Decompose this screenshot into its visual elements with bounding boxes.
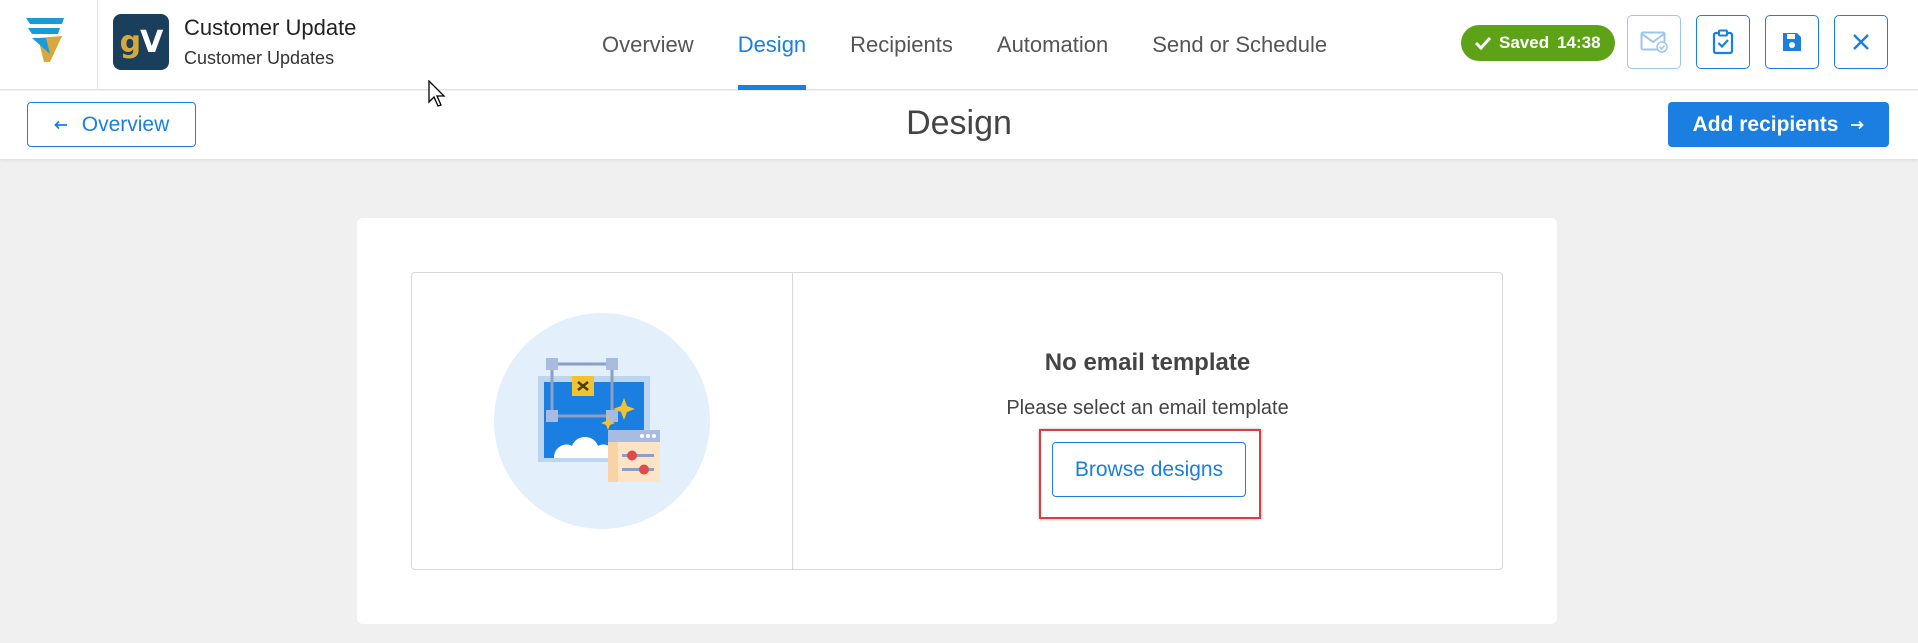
tab-automation[interactable]: Automation [975, 0, 1130, 90]
brand-logo-icon[interactable] [24, 14, 68, 64]
add-recipients-label: Add recipients [1692, 112, 1839, 136]
page-title: Design [0, 104, 1918, 143]
design-card: No email template Please select an email… [357, 218, 1557, 624]
empty-state-message: Please select an email template [1006, 397, 1289, 419]
app-avatar: gV [113, 14, 169, 70]
top-navigation-bar: gV Customer Update Customer Updates Over… [0, 0, 1918, 90]
page-title-text: Design [906, 104, 1012, 142]
back-button-label: Overview [81, 112, 170, 136]
clipboard-check-icon [1712, 29, 1734, 55]
back-to-overview-button[interactable]: Overview [27, 102, 196, 147]
arrow-left-icon [53, 120, 67, 129]
close-icon [1853, 34, 1869, 50]
add-recipients-button[interactable]: Add recipients [1668, 102, 1889, 147]
empty-state-pane: No email template Please select an email… [793, 273, 1502, 569]
tab-recipients[interactable]: Recipients [828, 0, 975, 90]
campaign-subtitle: Customer Updates [184, 48, 335, 68]
tab-overview[interactable]: Overview [580, 0, 716, 90]
saved-label: Saved [1499, 33, 1550, 52]
avatar-letter-v: V [140, 24, 163, 60]
saved-status-badge: Saved 14:38 [1461, 25, 1615, 61]
saved-time: 14:38 [1557, 33, 1601, 52]
tab-design[interactable]: Design [716, 0, 828, 90]
avatar-letter-g: g [119, 24, 142, 60]
save-button[interactable] [1765, 15, 1819, 69]
illustration-pane [412, 273, 793, 569]
close-button[interactable] [1834, 15, 1888, 69]
checkmark-icon [1475, 36, 1491, 50]
sub-header: Overview Design Add recipients [0, 91, 1918, 159]
floppy-disk-icon [1783, 33, 1801, 51]
mail-check-icon [1640, 31, 1668, 53]
step-tabs: Overview Design Recipients Automation Se… [580, 0, 1349, 90]
empty-template-panel: No email template Please select an email… [411, 272, 1503, 570]
logo-divider [97, 0, 98, 90]
tab-send-or-schedule[interactable]: Send or Schedule [1130, 0, 1349, 90]
test-email-button[interactable] [1627, 15, 1681, 69]
arrow-right-icon [1851, 120, 1865, 129]
mouse-cursor-icon [428, 80, 446, 107]
campaign-title: Customer Update [184, 15, 357, 40]
empty-state-title: No email template [1044, 349, 1251, 376]
checklist-button[interactable] [1696, 15, 1750, 69]
design-tools-illustration-icon [538, 358, 660, 482]
browse-designs-button[interactable]: Browse designs [1052, 442, 1246, 497]
